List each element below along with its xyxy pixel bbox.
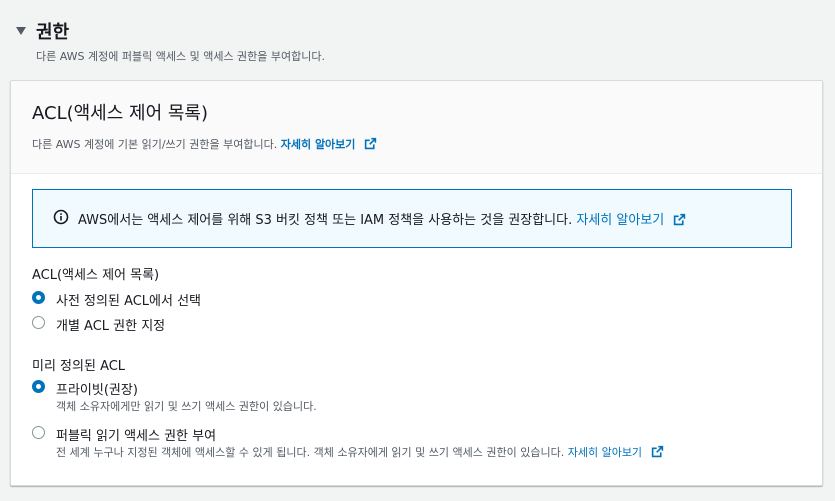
predefined-acl-label: 미리 정의된 ACL [32, 359, 126, 374]
radio-button[interactable] [32, 426, 45, 439]
radio-description: 전 세계 누구나 지정된 객체에 액세스할 수 있게 됩니다. 객체 소유자에게… [56, 444, 664, 460]
radio-button[interactable] [32, 316, 45, 329]
section-title[interactable]: 권한 [36, 18, 69, 44]
learn-more-label: 자세히 알아보기 [567, 446, 643, 459]
alert-text: AWS에서는 액세스 제어를 위해 S3 버킷 정책 또는 IAM 정책을 사용… [78, 209, 686, 228]
acl-mode-label: ACL(액세스 제어 목록) [32, 268, 160, 283]
radio-label: 프라이빗(권장) [56, 383, 138, 398]
radio-label: 사전 정의된 ACL에서 선택 [56, 294, 202, 309]
radio-label: 퍼블릭 읽기 액세스 권한 부여 [56, 429, 217, 444]
external-link-icon [365, 137, 377, 150]
panel-title: ACL(액세스 제어 목록) [32, 103, 209, 124]
alert-learn-more-label: 자세히 알아보기 [576, 213, 665, 228]
panel-description-text: 다른 AWS 계정에 기본 읽기/쓰기 권한을 부여합니다. [32, 138, 278, 151]
learn-more-label: 자세히 알아보기 [280, 138, 356, 151]
panel-description: 다른 AWS 계정에 기본 읽기/쓰기 권한을 부여합니다. 자세히 알아보기 [32, 136, 377, 152]
caret-down-icon[interactable] [16, 27, 26, 35]
alert-message: AWS에서는 액세스 제어를 위해 S3 버킷 정책 또는 IAM 정책을 사용… [78, 213, 573, 228]
radio-button-checked[interactable] [32, 380, 45, 393]
radio-description: 객체 소유자에게만 읽기 및 쓰기 액세스 권한이 있습니다. [56, 400, 317, 413]
radio-label: 개별 ACL 권한 지정 [56, 319, 166, 334]
radio-button-checked[interactable] [32, 291, 45, 304]
panel-header: ACL(액세스 제어 목록) 다른 AWS 계정에 기본 읽기/쓰기 권한을 부… [11, 81, 822, 174]
info-icon [53, 209, 69, 225]
external-link-icon [651, 445, 663, 458]
learn-more-link[interactable]: 자세히 알아보기 [280, 137, 378, 151]
acl-panel: ACL(액세스 제어 목록) 다른 AWS 계정에 기본 읽기/쓰기 권한을 부… [10, 80, 823, 486]
radio-description-text: 전 세계 누구나 지정된 객체에 액세스할 수 있게 됩니다. 객체 소유자에게… [56, 446, 565, 459]
section-description: 다른 AWS 계정에 퍼블릭 액세스 및 액세스 권한을 부여합니다. [36, 50, 326, 63]
alert-learn-more-link[interactable]: 자세히 알아보기 [576, 213, 686, 228]
external-link-icon [674, 213, 686, 226]
public-read-learn-more-link[interactable]: 자세히 알아보기 [567, 445, 664, 459]
info-alert: AWS에서는 액세스 제어를 위해 S3 버킷 정책 또는 IAM 정책을 사용… [32, 189, 792, 248]
